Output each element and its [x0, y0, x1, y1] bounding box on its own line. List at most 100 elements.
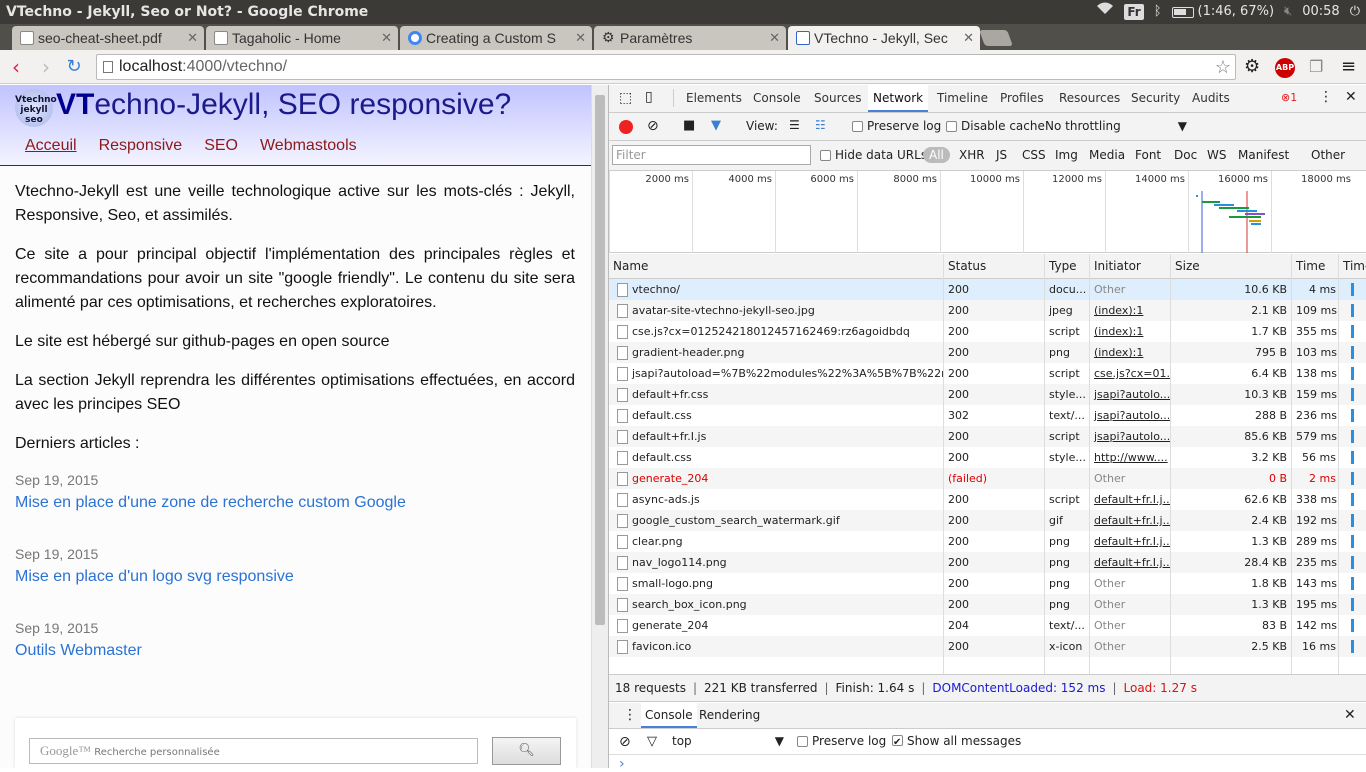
- large-rows-icon[interactable]: ☰: [789, 118, 800, 132]
- close-icon[interactable]: ✕: [769, 26, 780, 50]
- clock[interactable]: 00:58: [1302, 0, 1339, 24]
- tab-console[interactable]: Console: [753, 85, 801, 112]
- column-header-status[interactable]: Status: [944, 254, 1045, 279]
- request-row[interactable]: clear.png 200 png default+fr.I.j... 1.3 KB 28…: [609, 531, 1366, 552]
- post-link[interactable]: Mise en place d'une zone de recherche cu…: [15, 494, 406, 511]
- scrollbar-thumb[interactable]: [595, 95, 605, 625]
- request-row[interactable]: jsapi?autoload=%7B%22modules%22%3A%5B%7B…: [609, 363, 1366, 384]
- bookmark-star-icon[interactable]: ☆: [1215, 55, 1231, 79]
- overview-icon[interactable]: ☷: [815, 118, 826, 132]
- console-prompt[interactable]: ›: [619, 756, 625, 772]
- new-tab-button[interactable]: [979, 30, 1013, 46]
- tab-tagaholic[interactable]: Tagaholic - Home ✕: [206, 26, 398, 50]
- nav-link-webmastools[interactable]: Webmastools: [260, 137, 357, 155]
- request-initiator[interactable]: default+fr.I.j...: [1090, 531, 1170, 552]
- request-initiator[interactable]: jsapi?autolo...: [1090, 426, 1170, 447]
- nav-link-accueil[interactable]: Acceuil: [25, 137, 77, 155]
- address-bar[interactable]: localhost:4000/vtechno/ ☆: [96, 54, 1236, 80]
- nav-link-seo[interactable]: SEO: [204, 137, 238, 155]
- context-select[interactable]: top ▼: [672, 734, 784, 748]
- type-filter-img[interactable]: Img: [1055, 148, 1078, 162]
- column-header-type[interactable]: Type: [1045, 254, 1090, 279]
- request-row[interactable]: favicon.ico 200 x-icon Other 2.5 KB 16 ms: [609, 636, 1366, 657]
- request-initiator[interactable]: jsapi?autolo...: [1090, 405, 1170, 426]
- tab-seo-cheat-sheet[interactable]: seo-cheat-sheet.pdf ✕: [12, 26, 204, 50]
- column-header-time[interactable]: Time: [1292, 254, 1339, 279]
- clear-icon[interactable]: ⊘: [647, 118, 659, 134]
- post-link[interactable]: Outils Webmaster: [15, 642, 142, 659]
- column-header-name[interactable]: Name: [609, 254, 944, 279]
- tab-timeline[interactable]: Timeline: [937, 85, 988, 112]
- network-overview-timeline[interactable]: 2000 ms 4000 ms 6000 ms 8000 ms 10000 ms…: [609, 171, 1366, 253]
- request-row[interactable]: search_box_icon.png 200 png Other 1.3 KB 195 …: [609, 594, 1366, 615]
- show-all-messages-checkbox[interactable]: Show all messages: [892, 734, 1021, 748]
- request-initiator[interactable]: (index):1: [1090, 342, 1170, 363]
- adblock-plus-icon[interactable]: ABP: [1275, 58, 1295, 78]
- request-row[interactable]: async-ads.js 200 script default+fr.I.j... 62…: [609, 489, 1366, 510]
- request-initiator[interactable]: (index):1: [1090, 321, 1170, 342]
- filter-icon[interactable]: ▼: [711, 118, 721, 133]
- type-filter-other[interactable]: Other: [1311, 148, 1345, 162]
- page-scrollbar[interactable]: [591, 85, 608, 768]
- tab-resources[interactable]: Resources: [1059, 85, 1120, 112]
- request-row[interactable]: avatar-site-vtechno-jekyll-seo.jpg 200 jpe…: [609, 300, 1366, 321]
- type-filter-doc[interactable]: Doc: [1174, 148, 1197, 162]
- request-row[interactable]: vtechno/200 docu... Other 10.6 KB 4 ms: [609, 279, 1366, 300]
- back-arrow-icon[interactable]: ‹: [4, 55, 28, 79]
- close-icon[interactable]: ✕: [575, 26, 586, 50]
- wifi-icon[interactable]: [1096, 0, 1114, 24]
- close-icon[interactable]: ✕: [381, 26, 392, 50]
- type-filter-xhr[interactable]: XHR: [959, 148, 985, 162]
- keyboard-layout-indicator[interactable]: Fr: [1124, 4, 1144, 20]
- search-button[interactable]: 🔍︎: [492, 737, 561, 765]
- close-icon[interactable]: ✕: [963, 26, 974, 50]
- request-initiator[interactable]: cse.js?cx=01...: [1090, 363, 1170, 384]
- type-filter-font[interactable]: Font: [1135, 148, 1161, 162]
- filter-icon[interactable]: ▽: [647, 734, 657, 749]
- tab-parametres[interactable]: ⚙ Paramètres ✕: [594, 26, 786, 50]
- bluetooth-icon[interactable]: ᛒ: [1154, 0, 1162, 24]
- column-header-size[interactable]: Size: [1171, 254, 1292, 279]
- device-mode-icon[interactable]: ▯: [645, 89, 653, 105]
- settings-gear-icon[interactable]: ⚙: [1244, 58, 1260, 76]
- request-row[interactable]: default+fr.I.js 200 script jsapi?autolo... 8…: [609, 426, 1366, 447]
- error-count-badge[interactable]: ⊗1: [1281, 91, 1297, 104]
- column-header-initiator[interactable]: Initiator: [1090, 254, 1171, 279]
- type-filter-manifest[interactable]: Manifest: [1238, 148, 1289, 162]
- battery-indicator[interactable]: (1:46, 67%): [1171, 0, 1274, 24]
- volume-muted-icon[interactable]: 🔇︎: [1284, 0, 1292, 24]
- request-row[interactable]: default.css 302 text/... jsapi?autolo... 288…: [609, 405, 1366, 426]
- request-initiator[interactable]: default+fr.I.j...: [1090, 489, 1170, 510]
- forward-arrow-icon[interactable]: ›: [34, 55, 58, 79]
- capture-screenshots-icon[interactable]: ■: [683, 118, 695, 133]
- request-row[interactable]: google_custom_search_watermark.gif 200 gif…: [609, 510, 1366, 531]
- tab-elements[interactable]: Elements: [686, 85, 742, 112]
- throttling-select[interactable]: No throttling ▼: [1045, 119, 1187, 133]
- close-icon[interactable]: ✕: [187, 26, 198, 50]
- request-initiator[interactable]: (index):1: [1090, 300, 1170, 321]
- request-row[interactable]: nav_logo114.png 200 png default+fr.I.j... 28…: [609, 552, 1366, 573]
- filter-input[interactable]: Filter: [612, 145, 811, 165]
- hide-data-urls-checkbox[interactable]: Hide data URLs: [820, 148, 927, 162]
- tab-vtechno[interactable]: VTechno - Jekyll, Sec ✕: [788, 26, 980, 50]
- record-icon[interactable]: [619, 120, 633, 134]
- more-options-icon[interactable]: ⋮: [1319, 89, 1333, 105]
- clear-console-icon[interactable]: ⊘: [619, 734, 631, 750]
- extension-icon[interactable]: ❐: [1309, 58, 1323, 76]
- request-row[interactable]: default+fr.css 200 style... jsapi?autolo...…: [609, 384, 1366, 405]
- tab-profiles[interactable]: Profiles: [1000, 85, 1044, 112]
- preserve-log-checkbox[interactable]: Preserve log: [852, 119, 941, 133]
- request-initiator[interactable]: default+fr.I.j...: [1090, 510, 1170, 531]
- tab-audits[interactable]: Audits: [1192, 85, 1230, 112]
- type-filter-media[interactable]: Media: [1089, 148, 1125, 162]
- type-filter-js[interactable]: JS: [996, 148, 1007, 162]
- request-row[interactable]: cse.js?cx=012524218012457162469:rz6agoid…: [609, 321, 1366, 342]
- request-initiator[interactable]: jsapi?autolo...: [1090, 384, 1170, 405]
- chrome-menu-icon[interactable]: ≡: [1341, 58, 1356, 76]
- post-link[interactable]: Mise en place d'un logo svg responsive: [15, 568, 294, 585]
- request-initiator[interactable]: http://www....: [1090, 447, 1170, 468]
- type-filter-ws[interactable]: WS: [1207, 148, 1226, 162]
- inspect-element-icon[interactable]: ⬚: [619, 90, 632, 106]
- request-row[interactable]: gradient-header.png 200 png (index):1 795 B 1…: [609, 342, 1366, 363]
- request-row[interactable]: small-logo.png 200 png Other 1.8 KB 143 ms: [609, 573, 1366, 594]
